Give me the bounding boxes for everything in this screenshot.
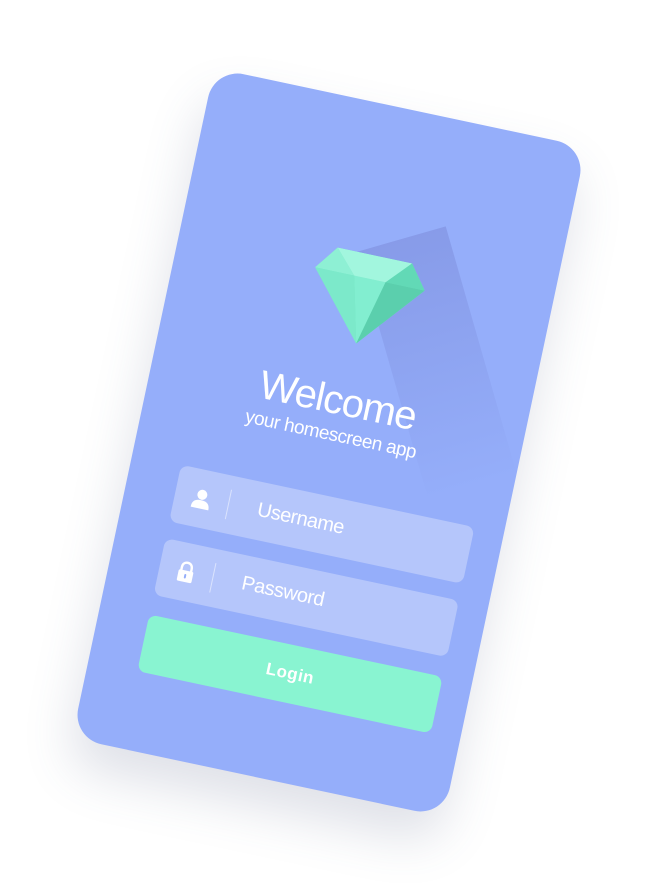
field-divider bbox=[209, 563, 217, 593]
password-placeholder: Password bbox=[239, 572, 327, 612]
login-card: Welcome your homescreen app Username Pas… bbox=[71, 67, 587, 818]
lock-icon bbox=[176, 561, 194, 584]
field-divider bbox=[224, 489, 233, 520]
user-icon bbox=[190, 489, 209, 511]
stage: Welcome your homescreen app Username Pas… bbox=[0, 0, 658, 885]
username-placeholder: Username bbox=[255, 498, 347, 539]
